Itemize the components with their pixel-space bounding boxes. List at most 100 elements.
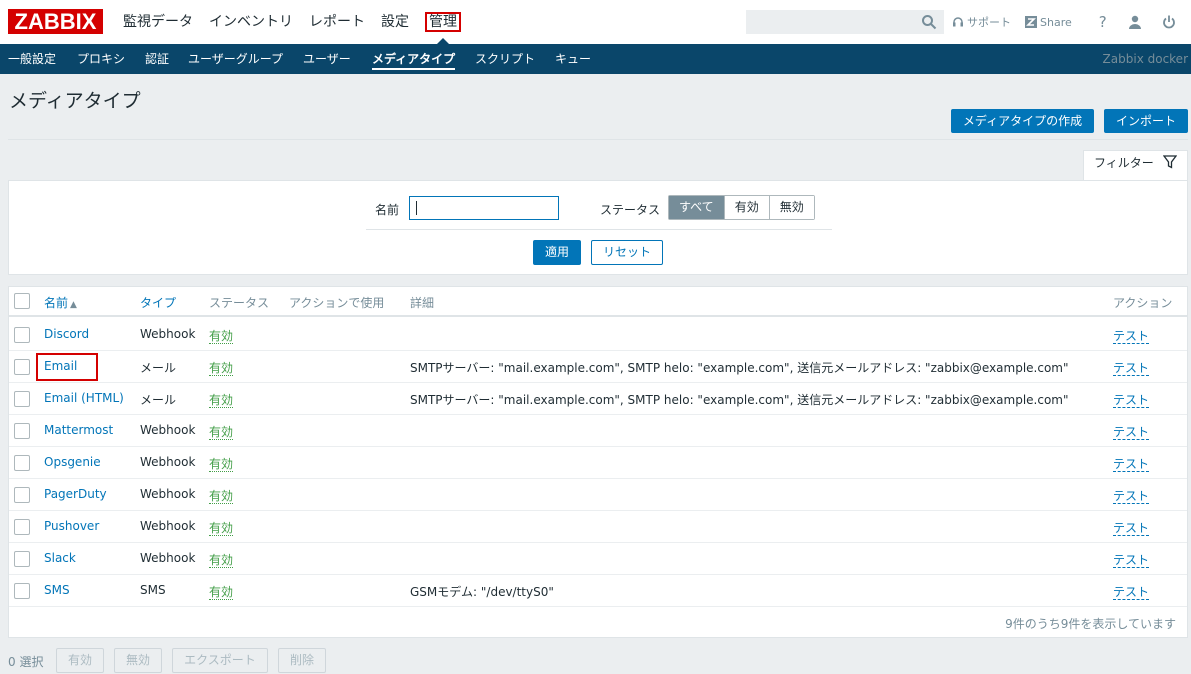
zabbix-logo[interactable]: ZABBIX (8, 9, 103, 34)
user-profile-button[interactable] (1120, 15, 1154, 29)
row-checkbox[interactable] (14, 327, 30, 343)
table-row: Pushover Webhook 有効 テスト (9, 511, 1187, 543)
status-toggle[interactable]: 有効 (209, 521, 234, 536)
column-used-in-actions: アクションで使用 (289, 296, 385, 310)
row-checkbox[interactable] (14, 519, 30, 535)
status-option-enabled[interactable]: 有効 (723, 196, 769, 219)
media-type-name-link[interactable]: Slack (44, 551, 76, 565)
menu-inventory[interactable]: インベントリ (201, 0, 301, 44)
media-type-type: Webhook (140, 519, 196, 533)
filter-tab[interactable]: フィルター (1083, 150, 1188, 180)
mass-action-footer: 0 選択 有効 無効 エクスポート 削除 (8, 648, 608, 673)
media-type-type: メール (140, 361, 177, 375)
media-type-name-link[interactable]: SMS (44, 583, 70, 597)
table-row: Opsgenie Webhook 有効 テスト (9, 447, 1187, 479)
import-button[interactable]: インポート (1104, 109, 1188, 133)
test-link[interactable]: テスト (1113, 553, 1150, 568)
page-title: メディアタイプ (9, 90, 141, 112)
mass-delete-button[interactable]: 削除 (278, 648, 326, 673)
filter-name-input[interactable] (409, 196, 559, 220)
filter-icon (1163, 155, 1177, 169)
media-type-type: Webhook (140, 423, 196, 437)
row-checkbox[interactable] (14, 423, 30, 439)
text-cursor (416, 201, 417, 215)
test-link[interactable]: テスト (1113, 457, 1150, 472)
paging-summary: 9件のうち9件を表示しています (1005, 617, 1176, 631)
media-type-name-link[interactable]: PagerDuty (44, 487, 107, 501)
row-checkbox[interactable] (14, 455, 30, 471)
filter-status-label: ステータス (600, 203, 661, 217)
sign-out-button[interactable] (1154, 15, 1188, 29)
filter-panel: 名前 ステータス すべて 有効 無効 適用 リセット (8, 180, 1188, 275)
media-type-name-link[interactable]: Pushover (44, 519, 99, 533)
media-type-name-link[interactable]: Email (44, 359, 77, 373)
row-checkbox[interactable] (14, 583, 30, 599)
row-checkbox[interactable] (14, 551, 30, 567)
row-checkbox[interactable] (14, 359, 30, 375)
status-toggle[interactable]: 有効 (209, 329, 234, 344)
media-types-highlight (0, 44, 1191, 74)
media-type-type: SMS (140, 583, 166, 597)
column-type[interactable]: タイプ (140, 294, 176, 311)
row-checkbox[interactable] (14, 487, 30, 503)
share-link[interactable]: Share (1025, 16, 1072, 29)
filter-tab-label: フィルター (1094, 156, 1154, 170)
media-types-table: 名前 ▲ タイプ ステータス アクションで使用 詳細 アクション Discord W… (8, 286, 1188, 638)
test-link[interactable]: テスト (1113, 425, 1150, 440)
mass-export-button[interactable]: エクスポート (172, 648, 268, 673)
header-tools: サポート Share ? (952, 0, 1188, 44)
menu-monitoring[interactable]: 監視データ (115, 0, 201, 44)
apply-button[interactable]: 適用 (533, 240, 581, 265)
create-media-type-button[interactable]: メディアタイプの作成 (951, 109, 1094, 133)
test-link[interactable]: テスト (1113, 361, 1150, 376)
row-checkbox[interactable] (14, 391, 30, 407)
status-option-all[interactable]: すべて (669, 196, 724, 219)
status-toggle[interactable]: 有効 (209, 457, 234, 472)
table-row: Email メール 有効 SMTPサーバー: "mail.example.com", … (9, 351, 1187, 383)
test-link[interactable]: テスト (1113, 329, 1150, 344)
status-option-disabled[interactable]: 無効 (768, 196, 814, 219)
test-link[interactable]: テスト (1113, 521, 1150, 536)
help-icon: ? (1098, 13, 1107, 31)
status-toggle[interactable]: 有効 (209, 393, 234, 408)
reset-button[interactable]: リセット (591, 240, 663, 265)
support-label: サポート (967, 16, 1011, 29)
table-row: Email (HTML) メール 有効 SMTPサーバー: "mail.example… (9, 383, 1187, 415)
status-toggle[interactable]: 有効 (209, 553, 234, 568)
media-type-name-link[interactable]: Mattermost (44, 423, 113, 437)
test-link[interactable]: テスト (1113, 489, 1150, 504)
column-name-label: 名前 (44, 296, 69, 310)
select-all-checkbox[interactable] (14, 293, 30, 309)
share-icon (1025, 16, 1037, 28)
help-button[interactable]: ? (1086, 13, 1120, 31)
sort-asc-icon: ▲ (70, 300, 77, 310)
status-toggle[interactable]: 有効 (209, 361, 234, 376)
media-type-type: Webhook (140, 487, 196, 501)
media-type-name-link[interactable]: Opsgenie (44, 455, 101, 469)
headset-icon (953, 17, 963, 27)
menu-administration[interactable]: 管理 (417, 0, 469, 44)
test-link[interactable]: テスト (1113, 393, 1150, 408)
mass-enable-button[interactable]: 有効 (56, 648, 104, 673)
menu-reports[interactable]: レポート (301, 0, 373, 44)
status-toggle[interactable]: 有効 (209, 425, 234, 440)
menu-administration-label: 管理 (425, 12, 461, 32)
table-row: SMS SMS 有効 GSMモデム: "/dev/ttyS0" テスト (9, 575, 1187, 607)
server-name: Zabbix docker (1102, 52, 1188, 66)
column-name[interactable]: 名前 ▲ (44, 294, 77, 311)
share-label: Share (1040, 15, 1072, 29)
status-toggle[interactable]: 有効 (209, 489, 234, 504)
media-type-details: GSMモデム: "/dev/ttyS0" (410, 585, 554, 599)
media-type-name-link[interactable]: Email (HTML) (44, 391, 124, 405)
top-header: ZABBIX 監視データ インベントリ レポート 設定 管理 サポート Shar… (0, 0, 1191, 44)
media-type-details: SMTPサーバー: "mail.example.com", SMTP helo:… (410, 393, 1069, 407)
menu-configuration[interactable]: 設定 (373, 0, 417, 44)
test-link[interactable]: テスト (1113, 585, 1150, 600)
mass-disable-button[interactable]: 無効 (114, 648, 162, 673)
filter-status-segmented: すべて 有効 無効 (668, 195, 815, 220)
search-input[interactable] (746, 10, 944, 34)
media-type-name-link[interactable]: Discord (44, 327, 89, 341)
support-link[interactable]: サポート (952, 14, 1011, 30)
search-icon[interactable] (921, 14, 937, 30)
status-toggle[interactable]: 有効 (209, 585, 234, 600)
